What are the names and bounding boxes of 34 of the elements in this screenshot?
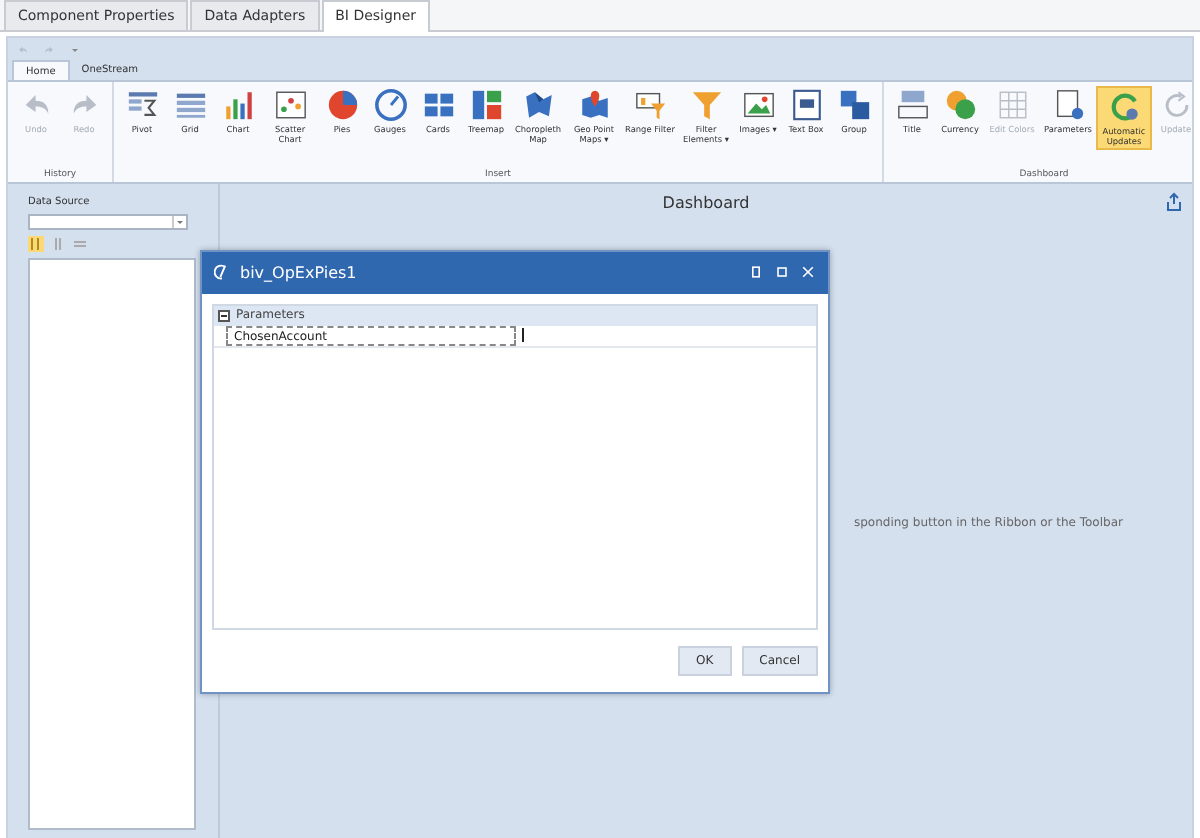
filter-icon (689, 88, 723, 122)
dashboard-title: Dashboard (662, 194, 750, 212)
share-icon[interactable] (1164, 192, 1184, 212)
auto-icon (1107, 90, 1141, 124)
redo-icon[interactable] (42, 43, 56, 55)
chart-icon (221, 88, 255, 122)
cards-icon (421, 88, 455, 122)
pie-icon (325, 88, 359, 122)
dialog-title: biv_OpExPies1 (240, 263, 359, 282)
maximize-icon[interactable] (774, 264, 790, 281)
gauge-icon (373, 88, 407, 122)
caret-icon[interactable] (68, 43, 82, 55)
currency-icon (943, 88, 977, 122)
scatter-icon (273, 88, 307, 122)
data-source-dropdown[interactable] (28, 214, 188, 230)
logo-icon (214, 264, 230, 281)
pin-icon (577, 88, 611, 122)
pivot-icon (125, 88, 159, 122)
caret-icon (172, 216, 186, 228)
grid-icon (173, 88, 207, 122)
parameters-icon (1051, 88, 1085, 122)
range-icon (633, 88, 667, 122)
undo-icon[interactable] (16, 43, 30, 55)
collapse-icon[interactable] (218, 309, 230, 322)
close-icon[interactable] (800, 264, 816, 281)
sort-icon[interactable] (50, 236, 66, 252)
colors-icon (995, 88, 1029, 122)
title-icon (895, 88, 929, 122)
treemap-icon (469, 88, 503, 122)
map-icon (521, 88, 555, 122)
textbox-icon (789, 88, 823, 122)
group-icon (837, 88, 871, 122)
image-icon (741, 88, 775, 122)
sort-icon[interactable] (28, 236, 44, 252)
